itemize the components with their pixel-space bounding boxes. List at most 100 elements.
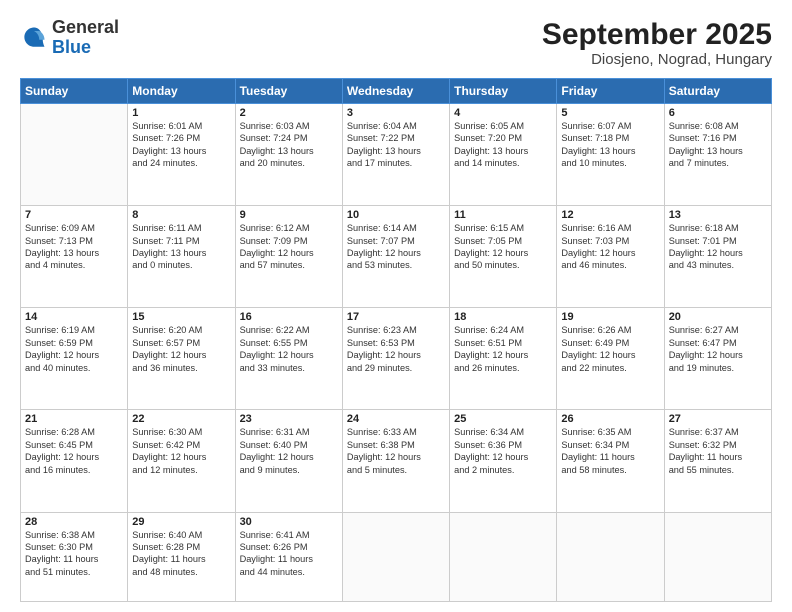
calendar-cell: 23Sunrise: 6:31 AM Sunset: 6:40 PM Dayli… bbox=[235, 410, 342, 512]
calendar-header: Sunday Monday Tuesday Wednesday Thursday… bbox=[21, 79, 772, 104]
calendar-cell bbox=[557, 512, 664, 601]
day-number: 9 bbox=[240, 209, 338, 221]
calendar-week-4: 21Sunrise: 6:28 AM Sunset: 6:45 PM Dayli… bbox=[21, 410, 772, 512]
logo-general: General bbox=[52, 17, 119, 37]
day-number: 13 bbox=[669, 209, 767, 221]
day-info: Sunrise: 6:09 AM Sunset: 7:13 PM Dayligh… bbox=[25, 222, 123, 272]
day-number: 28 bbox=[25, 516, 123, 528]
day-number: 12 bbox=[561, 209, 659, 221]
day-info: Sunrise: 6:07 AM Sunset: 7:18 PM Dayligh… bbox=[561, 120, 659, 170]
logo-blue: Blue bbox=[52, 37, 91, 57]
day-number: 1 bbox=[132, 107, 230, 119]
calendar-cell bbox=[664, 512, 771, 601]
day-number: 26 bbox=[561, 413, 659, 425]
day-number: 4 bbox=[454, 107, 552, 119]
day-number: 21 bbox=[25, 413, 123, 425]
day-number: 7 bbox=[25, 209, 123, 221]
day-number: 18 bbox=[454, 311, 552, 323]
calendar-week-2: 7Sunrise: 6:09 AM Sunset: 7:13 PM Daylig… bbox=[21, 206, 772, 308]
calendar-cell: 27Sunrise: 6:37 AM Sunset: 6:32 PM Dayli… bbox=[664, 410, 771, 512]
day-info: Sunrise: 6:41 AM Sunset: 6:26 PM Dayligh… bbox=[240, 529, 338, 579]
day-info: Sunrise: 6:03 AM Sunset: 7:24 PM Dayligh… bbox=[240, 120, 338, 170]
col-thursday: Thursday bbox=[450, 79, 557, 104]
day-info: Sunrise: 6:05 AM Sunset: 7:20 PM Dayligh… bbox=[454, 120, 552, 170]
day-info: Sunrise: 6:40 AM Sunset: 6:28 PM Dayligh… bbox=[132, 529, 230, 579]
header-row: Sunday Monday Tuesday Wednesday Thursday… bbox=[21, 79, 772, 104]
day-info: Sunrise: 6:24 AM Sunset: 6:51 PM Dayligh… bbox=[454, 324, 552, 374]
logo-icon bbox=[20, 24, 48, 52]
calendar-cell bbox=[450, 512, 557, 601]
day-info: Sunrise: 6:01 AM Sunset: 7:26 PM Dayligh… bbox=[132, 120, 230, 170]
day-number: 10 bbox=[347, 209, 445, 221]
calendar-cell: 29Sunrise: 6:40 AM Sunset: 6:28 PM Dayli… bbox=[128, 512, 235, 601]
day-info: Sunrise: 6:22 AM Sunset: 6:55 PM Dayligh… bbox=[240, 324, 338, 374]
calendar-cell: 24Sunrise: 6:33 AM Sunset: 6:38 PM Dayli… bbox=[342, 410, 449, 512]
day-info: Sunrise: 6:31 AM Sunset: 6:40 PM Dayligh… bbox=[240, 426, 338, 476]
header: General Blue September 2025 Diosjeno, No… bbox=[20, 18, 772, 68]
day-info: Sunrise: 6:27 AM Sunset: 6:47 PM Dayligh… bbox=[669, 324, 767, 374]
day-number: 17 bbox=[347, 311, 445, 323]
day-info: Sunrise: 6:33 AM Sunset: 6:38 PM Dayligh… bbox=[347, 426, 445, 476]
day-number: 22 bbox=[132, 413, 230, 425]
day-number: 27 bbox=[669, 413, 767, 425]
day-number: 11 bbox=[454, 209, 552, 221]
calendar-cell: 2Sunrise: 6:03 AM Sunset: 7:24 PM Daylig… bbox=[235, 104, 342, 206]
day-info: Sunrise: 6:11 AM Sunset: 7:11 PM Dayligh… bbox=[132, 222, 230, 272]
day-number: 8 bbox=[132, 209, 230, 221]
calendar-body: 1Sunrise: 6:01 AM Sunset: 7:26 PM Daylig… bbox=[21, 104, 772, 602]
day-info: Sunrise: 6:23 AM Sunset: 6:53 PM Dayligh… bbox=[347, 324, 445, 374]
calendar-cell: 12Sunrise: 6:16 AM Sunset: 7:03 PM Dayli… bbox=[557, 206, 664, 308]
calendar-week-1: 1Sunrise: 6:01 AM Sunset: 7:26 PM Daylig… bbox=[21, 104, 772, 206]
title-block: September 2025 Diosjeno, Nograd, Hungary bbox=[542, 18, 772, 68]
calendar-cell: 19Sunrise: 6:26 AM Sunset: 6:49 PM Dayli… bbox=[557, 308, 664, 410]
col-saturday: Saturday bbox=[664, 79, 771, 104]
calendar-cell: 3Sunrise: 6:04 AM Sunset: 7:22 PM Daylig… bbox=[342, 104, 449, 206]
day-info: Sunrise: 6:20 AM Sunset: 6:57 PM Dayligh… bbox=[132, 324, 230, 374]
day-number: 30 bbox=[240, 516, 338, 528]
calendar-cell: 26Sunrise: 6:35 AM Sunset: 6:34 PM Dayli… bbox=[557, 410, 664, 512]
day-info: Sunrise: 6:15 AM Sunset: 7:05 PM Dayligh… bbox=[454, 222, 552, 272]
calendar-cell: 28Sunrise: 6:38 AM Sunset: 6:30 PM Dayli… bbox=[21, 512, 128, 601]
day-info: Sunrise: 6:04 AM Sunset: 7:22 PM Dayligh… bbox=[347, 120, 445, 170]
calendar-cell: 5Sunrise: 6:07 AM Sunset: 7:18 PM Daylig… bbox=[557, 104, 664, 206]
day-info: Sunrise: 6:35 AM Sunset: 6:34 PM Dayligh… bbox=[561, 426, 659, 476]
day-number: 24 bbox=[347, 413, 445, 425]
day-info: Sunrise: 6:28 AM Sunset: 6:45 PM Dayligh… bbox=[25, 426, 123, 476]
page-title: September 2025 bbox=[542, 18, 772, 51]
calendar-cell: 18Sunrise: 6:24 AM Sunset: 6:51 PM Dayli… bbox=[450, 308, 557, 410]
calendar-cell bbox=[21, 104, 128, 206]
day-info: Sunrise: 6:34 AM Sunset: 6:36 PM Dayligh… bbox=[454, 426, 552, 476]
calendar-cell: 1Sunrise: 6:01 AM Sunset: 7:26 PM Daylig… bbox=[128, 104, 235, 206]
calendar-cell: 7Sunrise: 6:09 AM Sunset: 7:13 PM Daylig… bbox=[21, 206, 128, 308]
day-info: Sunrise: 6:37 AM Sunset: 6:32 PM Dayligh… bbox=[669, 426, 767, 476]
day-number: 29 bbox=[132, 516, 230, 528]
calendar-cell: 14Sunrise: 6:19 AM Sunset: 6:59 PM Dayli… bbox=[21, 308, 128, 410]
day-info: Sunrise: 6:30 AM Sunset: 6:42 PM Dayligh… bbox=[132, 426, 230, 476]
day-info: Sunrise: 6:12 AM Sunset: 7:09 PM Dayligh… bbox=[240, 222, 338, 272]
logo-text: General Blue bbox=[52, 18, 119, 58]
col-monday: Monday bbox=[128, 79, 235, 104]
col-wednesday: Wednesday bbox=[342, 79, 449, 104]
calendar-week-5: 28Sunrise: 6:38 AM Sunset: 6:30 PM Dayli… bbox=[21, 512, 772, 601]
calendar-cell: 15Sunrise: 6:20 AM Sunset: 6:57 PM Dayli… bbox=[128, 308, 235, 410]
day-number: 19 bbox=[561, 311, 659, 323]
calendar-cell: 11Sunrise: 6:15 AM Sunset: 7:05 PM Dayli… bbox=[450, 206, 557, 308]
page-subtitle: Diosjeno, Nograd, Hungary bbox=[542, 51, 772, 68]
day-number: 20 bbox=[669, 311, 767, 323]
calendar-cell: 13Sunrise: 6:18 AM Sunset: 7:01 PM Dayli… bbox=[664, 206, 771, 308]
calendar-cell: 25Sunrise: 6:34 AM Sunset: 6:36 PM Dayli… bbox=[450, 410, 557, 512]
day-info: Sunrise: 6:14 AM Sunset: 7:07 PM Dayligh… bbox=[347, 222, 445, 272]
day-number: 5 bbox=[561, 107, 659, 119]
day-number: 6 bbox=[669, 107, 767, 119]
calendar-week-3: 14Sunrise: 6:19 AM Sunset: 6:59 PM Dayli… bbox=[21, 308, 772, 410]
day-info: Sunrise: 6:19 AM Sunset: 6:59 PM Dayligh… bbox=[25, 324, 123, 374]
day-number: 23 bbox=[240, 413, 338, 425]
calendar-cell: 9Sunrise: 6:12 AM Sunset: 7:09 PM Daylig… bbox=[235, 206, 342, 308]
col-tuesday: Tuesday bbox=[235, 79, 342, 104]
calendar-cell: 8Sunrise: 6:11 AM Sunset: 7:11 PM Daylig… bbox=[128, 206, 235, 308]
day-number: 14 bbox=[25, 311, 123, 323]
day-info: Sunrise: 6:16 AM Sunset: 7:03 PM Dayligh… bbox=[561, 222, 659, 272]
col-sunday: Sunday bbox=[21, 79, 128, 104]
page: General Blue September 2025 Diosjeno, No… bbox=[0, 0, 792, 612]
calendar-cell: 10Sunrise: 6:14 AM Sunset: 7:07 PM Dayli… bbox=[342, 206, 449, 308]
